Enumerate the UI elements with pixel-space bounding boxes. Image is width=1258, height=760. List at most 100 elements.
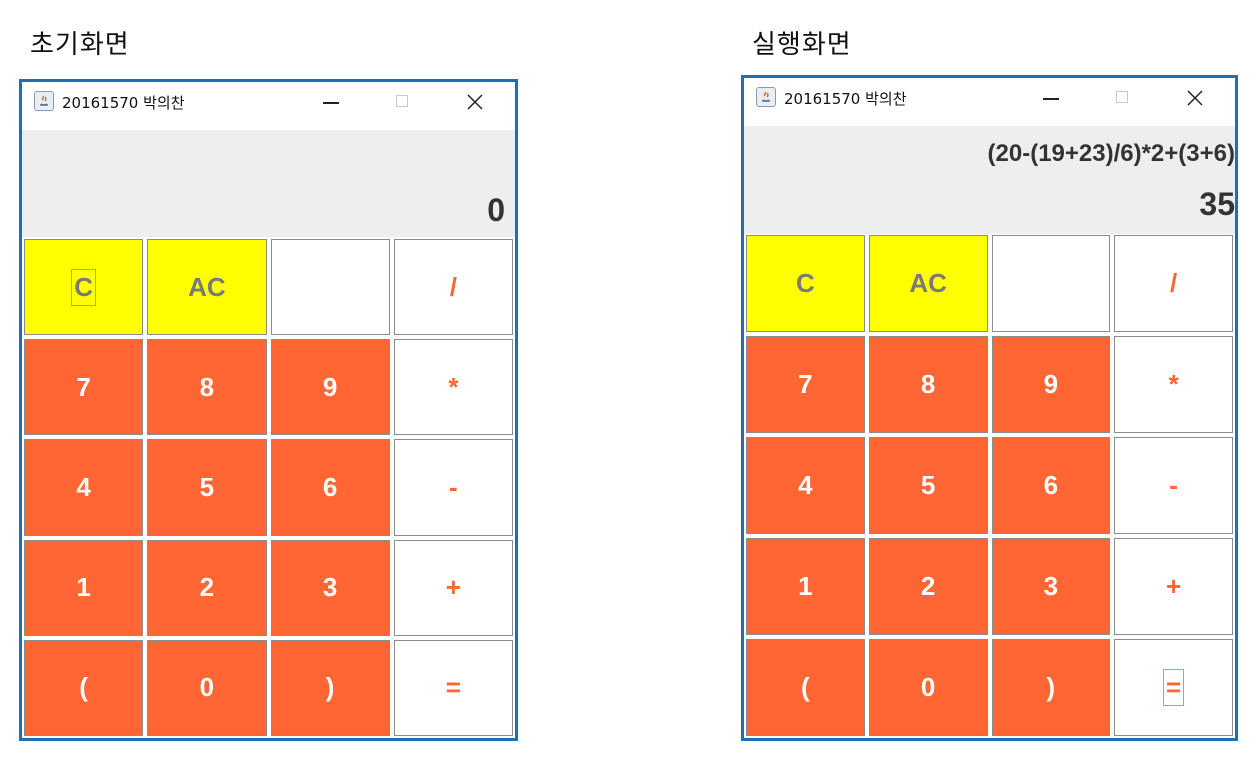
close-paren-button[interactable]: ) bbox=[991, 639, 1111, 736]
window-title: 20161570 박의찬 bbox=[62, 94, 185, 112]
result-display: 35 bbox=[1199, 186, 1235, 222]
key-label: ) bbox=[1046, 672, 1056, 702]
key-label: C bbox=[71, 268, 96, 306]
java-icon bbox=[756, 87, 776, 107]
key-label: 9 bbox=[322, 371, 338, 402]
key-label: 8 bbox=[199, 371, 215, 402]
keypad: C AC / 7 8 9 * 4 5 6 - 1 2 3 + (0) = bbox=[746, 235, 1233, 736]
close-paren-button[interactable]: ) bbox=[270, 639, 390, 736]
maximize-button[interactable] bbox=[1099, 82, 1145, 114]
digit-0-button[interactable]: 0 bbox=[868, 639, 988, 736]
key-label: 1 bbox=[76, 572, 91, 603]
key-label: 7 bbox=[76, 371, 91, 402]
digit-6-button[interactable]: 6 bbox=[991, 437, 1111, 534]
clear-button[interactable]: C bbox=[746, 235, 865, 332]
minimize-button[interactable] bbox=[307, 86, 353, 118]
key-label: 6 bbox=[322, 471, 338, 502]
digit-7-button[interactable]: 7 bbox=[746, 336, 865, 433]
calculator-display: (20-(19+23)/6)*2+(3+6) 35 bbox=[744, 126, 1235, 234]
digit-2-button[interactable]: 2 bbox=[147, 539, 267, 636]
key-label: 3 bbox=[1043, 571, 1059, 601]
all-clear-button[interactable]: AC bbox=[147, 239, 267, 336]
key-label: C bbox=[795, 268, 815, 298]
equals-button[interactable]: = bbox=[393, 639, 513, 736]
blank-button[interactable] bbox=[270, 239, 390, 336]
key-label: * bbox=[1168, 369, 1179, 399]
initial-screen-caption: 초기화면 bbox=[30, 30, 130, 60]
key-label: 8 bbox=[920, 369, 936, 399]
key-label: * bbox=[448, 371, 459, 402]
close-button[interactable] bbox=[1172, 82, 1218, 114]
multiply-button[interactable]: * bbox=[1114, 336, 1233, 433]
divide-button[interactable]: / bbox=[393, 239, 513, 336]
digit-1-button[interactable]: 1 bbox=[24, 539, 144, 636]
key-label: / bbox=[449, 271, 457, 302]
result-display: 0 bbox=[487, 192, 505, 228]
key-label: = bbox=[445, 672, 461, 703]
add-button[interactable]: + bbox=[1114, 538, 1233, 635]
title-bar[interactable]: 20161570 박의찬 bbox=[22, 82, 515, 122]
digit-2-button[interactable]: 2 bbox=[868, 538, 988, 635]
multiply-button[interactable]: * bbox=[393, 339, 513, 436]
key-label: 5 bbox=[199, 471, 215, 502]
close-button[interactable] bbox=[452, 86, 498, 118]
calculator-window-running: 20161570 박의찬 (20-(19+23)/6)*2+(3+6) 35 C… bbox=[741, 75, 1238, 741]
digit-7-button[interactable]: 7 bbox=[24, 339, 144, 436]
digit-4-button[interactable]: 4 bbox=[24, 439, 144, 536]
key-label: 1 bbox=[798, 571, 813, 601]
digit-5-button[interactable]: 5 bbox=[147, 439, 267, 536]
digit-3-button[interactable]: 3 bbox=[991, 538, 1111, 635]
close-icon bbox=[1187, 90, 1203, 106]
open-paren-button[interactable]: ( bbox=[746, 639, 865, 736]
digit-6-button[interactable]: 6 bbox=[270, 439, 390, 536]
key-label: 3 bbox=[322, 572, 338, 603]
key-label: 7 bbox=[798, 369, 813, 399]
blank-button[interactable] bbox=[991, 235, 1111, 332]
digit-9-button[interactable]: 9 bbox=[270, 339, 390, 436]
divide-button[interactable]: / bbox=[1114, 235, 1233, 332]
key-label: AC bbox=[188, 271, 226, 302]
key-label: - bbox=[1169, 470, 1178, 500]
key-label: + bbox=[445, 572, 461, 603]
java-icon bbox=[34, 91, 54, 111]
key-label: 4 bbox=[76, 471, 91, 502]
all-clear-button[interactable]: AC bbox=[868, 235, 988, 332]
equals-button[interactable]: = bbox=[1114, 639, 1233, 736]
key-label: = bbox=[1162, 669, 1185, 706]
key-label: AC bbox=[909, 268, 947, 298]
maximize-button[interactable] bbox=[379, 86, 425, 118]
window-title: 20161570 박의찬 bbox=[784, 90, 907, 108]
close-icon bbox=[467, 94, 483, 110]
digit-4-button[interactable]: 4 bbox=[746, 437, 865, 534]
digit-1-button[interactable]: 1 bbox=[746, 538, 865, 635]
key-label: 0 bbox=[199, 672, 215, 703]
digit-0-button[interactable]: 0 bbox=[147, 639, 267, 736]
keypad: C AC / 7 8 9 * 4 5 6 - 1 2 3 + (0) = bbox=[24, 239, 513, 736]
digit-9-button[interactable]: 9 bbox=[991, 336, 1111, 433]
key-label: ) bbox=[325, 672, 335, 703]
key-label: 6 bbox=[1043, 470, 1059, 500]
open-paren-button[interactable]: ( bbox=[24, 639, 144, 736]
running-screen-caption: 실행화면 bbox=[752, 30, 852, 60]
title-bar[interactable]: 20161570 박의찬 bbox=[744, 78, 1235, 118]
key-label: 0 bbox=[920, 672, 936, 702]
clear-button[interactable]: C bbox=[24, 239, 144, 336]
add-button[interactable]: + bbox=[393, 539, 513, 636]
digit-8-button[interactable]: 8 bbox=[147, 339, 267, 436]
key-label: - bbox=[449, 471, 458, 502]
calculator-display: 0 bbox=[22, 130, 515, 237]
digit-3-button[interactable]: 3 bbox=[270, 539, 390, 636]
key-label: 2 bbox=[199, 572, 215, 603]
minimize-button[interactable] bbox=[1027, 82, 1073, 114]
digit-5-button[interactable]: 5 bbox=[868, 437, 988, 534]
digit-8-button[interactable]: 8 bbox=[868, 336, 988, 433]
key-label: 4 bbox=[798, 470, 813, 500]
expression-display: (20-(19+23)/6)*2+(3+6) bbox=[987, 140, 1235, 167]
calculator-window-initial: 20161570 박의찬 0 C AC / 7 8 9 * 4 5 6 - 1 2 3 + (0) = bbox=[19, 79, 518, 741]
key-label: ( bbox=[79, 672, 88, 703]
subtract-button[interactable]: - bbox=[393, 439, 513, 536]
key-label: 5 bbox=[920, 470, 936, 500]
key-label: 9 bbox=[1043, 369, 1059, 399]
subtract-button[interactable]: - bbox=[1114, 437, 1233, 534]
key-label: + bbox=[1166, 571, 1182, 601]
